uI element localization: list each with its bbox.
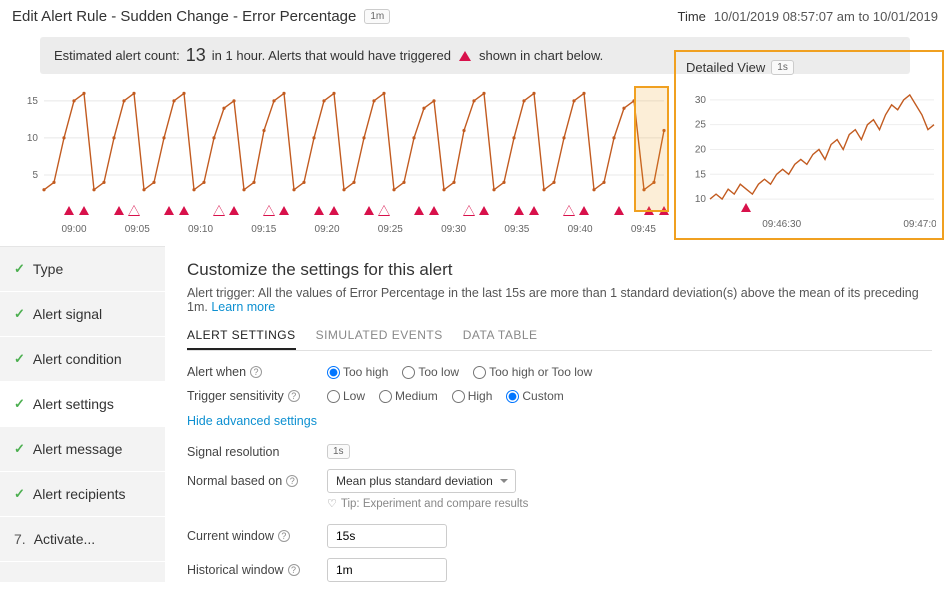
alert-marker (114, 206, 124, 215)
help-icon[interactable]: ? (288, 390, 300, 402)
tab-alert-settings[interactable]: ALERT SETTINGS (187, 324, 296, 350)
steps-sidebar: ✓Type✓Alert signal✓Alert condition✓Alert… (0, 246, 165, 582)
sidebar-step-alert-recipients[interactable]: ✓Alert recipients (0, 472, 165, 517)
alert-marker (64, 206, 74, 215)
alert-marker (279, 206, 289, 215)
current-window-label: Current window (187, 529, 274, 543)
tip-text: Tip: Experiment and compare results (341, 498, 529, 510)
estimate-prefix: Estimated alert count: (54, 48, 180, 63)
help-icon[interactable]: ? (278, 530, 290, 542)
alert-marker (479, 206, 489, 215)
svg-text:09:40: 09:40 (568, 224, 593, 235)
sensitivity-custom[interactable]: Custom (506, 389, 563, 403)
alert-when-too-high-or-too-low[interactable]: Too high or Too low (473, 365, 592, 379)
alert-triangle-icon (459, 51, 471, 61)
help-icon[interactable]: ? (286, 475, 298, 487)
sidebar-step-alert-settings[interactable]: ✓Alert settings (0, 382, 165, 427)
detail-pill: 1s (771, 60, 794, 75)
detailed-view-panel: Detailed View 1s 101520253009:46:3009:47… (674, 50, 944, 240)
historical-window-label: Historical window (187, 563, 284, 577)
svg-text:09:20: 09:20 (315, 224, 340, 235)
alert-marker (329, 206, 339, 215)
check-icon: ✓ (14, 261, 25, 277)
sensitivity-high[interactable]: High (452, 389, 493, 403)
chart-highlight (634, 86, 669, 212)
estimate-suffix: shown in chart below. (479, 48, 603, 63)
svg-text:15: 15 (27, 96, 39, 107)
alert-marker (364, 206, 374, 215)
alert-when-too-high[interactable]: Too high (327, 365, 388, 379)
resolution-pill: 1m (364, 9, 390, 24)
alert-marker (79, 206, 89, 215)
alert-marker (579, 206, 589, 215)
lightbulb-icon: ♡ (327, 497, 337, 510)
estimate-count: 13 (186, 45, 206, 66)
time-label: Time (678, 9, 706, 24)
tab-data-table[interactable]: DATA TABLE (463, 324, 538, 350)
sidebar-step-alert-condition[interactable]: ✓Alert condition (0, 337, 165, 382)
svg-text:09:47:00: 09:47:00 (903, 219, 936, 230)
trigger-description: Alert trigger: All the values of Error P… (187, 286, 919, 314)
check-icon: ✓ (14, 486, 25, 502)
svg-text:20: 20 (695, 144, 707, 155)
check-icon: ✓ (14, 396, 25, 412)
hide-advanced-link[interactable]: Hide advanced settings (187, 414, 317, 428)
help-icon[interactable]: ? (288, 564, 300, 576)
detail-title: Detailed View (686, 60, 765, 75)
estimate-mid: in 1 hour. Alerts that would have trigge… (212, 48, 451, 63)
alert-marker (179, 206, 189, 215)
svg-text:09:00: 09:00 (61, 224, 86, 235)
svg-text:09:05: 09:05 (125, 224, 150, 235)
sensitivity-medium[interactable]: Medium (379, 389, 438, 403)
alert-when-too-low[interactable]: Too low (402, 365, 459, 379)
learn-more-link[interactable]: Learn more (211, 300, 275, 314)
check-icon: ✓ (14, 441, 25, 457)
time-range[interactable]: Time 10/01/2019 08:57:07 am to 10/01/201… (678, 9, 939, 24)
svg-text:09:10: 09:10 (188, 224, 213, 235)
sidebar-step-type[interactable]: ✓Type (0, 247, 165, 292)
alert-marker (514, 206, 524, 215)
signal-resolution-value: 1s (327, 444, 350, 459)
historical-window-input[interactable] (327, 558, 447, 582)
svg-text:15: 15 (695, 169, 707, 180)
sidebar-step-activate-[interactable]: 7.Activate... (0, 517, 165, 562)
check-icon: ✓ (14, 306, 25, 322)
alert-marker (414, 206, 424, 215)
normal-based-on-label: Normal based on (187, 474, 282, 488)
alert-marker (741, 203, 751, 212)
sidebar-step-alert-message[interactable]: ✓Alert message (0, 427, 165, 472)
svg-text:09:15: 09:15 (251, 224, 276, 235)
alert-marker (229, 206, 239, 215)
sensitivity-low[interactable]: Low (327, 389, 365, 403)
alert-marker (429, 206, 439, 215)
check-icon: ✓ (14, 351, 25, 367)
sensitivity-label: Trigger sensitivity (187, 389, 284, 403)
svg-text:09:46:30: 09:46:30 (762, 219, 801, 230)
main-chart[interactable]: 5 10 15 09:00 09:05 09:10 09:15 09:20 09:25 09:30… (18, 80, 668, 240)
settings-tabs: ALERT SETTINGS SIMULATED EVENTS DATA TABLE (187, 324, 932, 351)
time-value: 10/01/2019 08:57:07 am to 10/01/2019 (714, 9, 938, 24)
svg-text:5: 5 (32, 170, 38, 181)
alert-marker (614, 206, 624, 215)
svg-text:25: 25 (695, 120, 707, 131)
svg-text:30: 30 (695, 95, 707, 106)
settings-heading: Customize the settings for this alert (187, 260, 932, 280)
svg-text:09:35: 09:35 (504, 224, 529, 235)
help-icon[interactable]: ? (250, 366, 262, 378)
sidebar-step-alert-signal[interactable]: ✓Alert signal (0, 292, 165, 337)
page-title: Edit Alert Rule - Sudden Change - Error … (12, 8, 356, 25)
svg-text:10: 10 (27, 133, 39, 144)
signal-resolution-label: Signal resolution (187, 445, 279, 459)
tab-simulated-events[interactable]: SIMULATED EVENTS (316, 324, 443, 350)
alert-when-label: Alert when (187, 365, 246, 379)
alert-marker (314, 206, 324, 215)
alert-marker (164, 206, 174, 215)
current-window-input[interactable] (327, 524, 447, 548)
svg-text:09:45: 09:45 (631, 224, 656, 235)
normal-based-on-select[interactable]: Mean plus standard deviation (327, 469, 516, 493)
svg-text:09:25: 09:25 (378, 224, 403, 235)
alert-marker (529, 206, 539, 215)
svg-text:09:30: 09:30 (441, 224, 466, 235)
